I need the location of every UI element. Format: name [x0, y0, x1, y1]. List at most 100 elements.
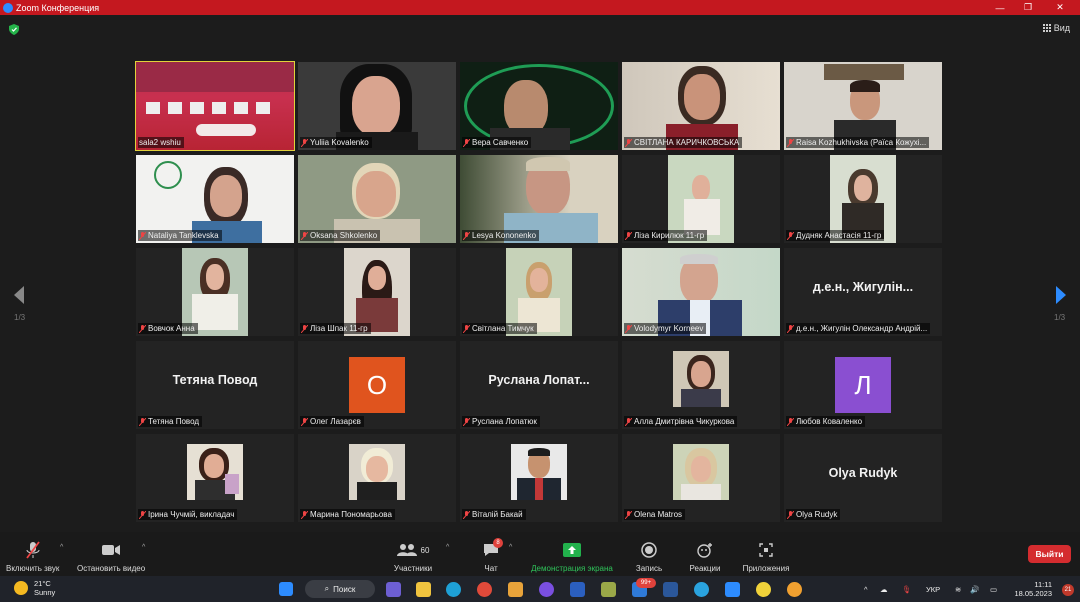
wifi-icon[interactable]: ≋: [955, 576, 961, 602]
participant-name: Lesya Kononenko: [462, 230, 540, 241]
file-explorer-icon[interactable]: [416, 582, 431, 597]
apps-button[interactable]: Приложения: [738, 532, 794, 573]
photo-tile[interactable]: Віталій Бакай: [460, 434, 618, 522]
participant-name: СВІТЛАНА КАРИЧКОВСЬКА: [624, 137, 743, 148]
show-hidden-icons[interactable]: ^: [864, 576, 868, 602]
video-tile[interactable]: СВІТЛАНА КАРИЧКОВСЬКА: [622, 62, 780, 150]
participants-options-caret[interactable]: ^: [446, 544, 449, 551]
next-page-arrow[interactable]: [1054, 285, 1068, 305]
muted-mic-icon: [139, 510, 146, 519]
view-button[interactable]: Вид: [1042, 23, 1070, 33]
microphone-icon[interactable]: 🎙: [902, 576, 912, 602]
profile-photo: [511, 444, 567, 500]
close-button[interactable]: ✕: [1046, 0, 1074, 15]
name-tile[interactable]: Тетяна Повод Тетяна Повод: [136, 341, 294, 429]
video-camera-icon: [101, 540, 121, 560]
reactions-icon: [697, 540, 713, 560]
participant-display-name: Руслана Лопат...: [488, 373, 590, 387]
photo-tile[interactable]: Olena Matros: [622, 434, 780, 522]
video-tile[interactable]: sala2 wshiu: [135, 61, 295, 151]
chat-options-caret[interactable]: ^: [509, 544, 512, 551]
participant-display-name: д.е.н., Жигулін...: [812, 280, 914, 294]
battery-icon[interactable]: ▭: [990, 576, 997, 602]
teams-icon[interactable]: [386, 582, 401, 597]
notification-badge[interactable]: 21: [1062, 584, 1074, 596]
gallery-view: sala2 wshiu Yuliia Kovalenko Вера Савчен…: [135, 61, 944, 528]
security-shield-icon[interactable]: [9, 24, 19, 35]
video-tile[interactable]: Дудняк Анастасія 11-гр: [784, 155, 942, 243]
app-icon[interactable]: [570, 582, 585, 597]
temperature: 21°C: [34, 579, 51, 588]
start-menu-icon[interactable]: [279, 582, 293, 596]
video-tile[interactable]: Lesya Kononenko: [460, 155, 618, 243]
video-tile[interactable]: Ліза Шпак 11-гр: [298, 248, 456, 336]
viber-icon[interactable]: [539, 582, 554, 597]
record-button[interactable]: Запись: [632, 532, 666, 573]
store-icon[interactable]: [508, 582, 523, 597]
audio-options-caret[interactable]: ^: [60, 544, 63, 551]
weather-widget[interactable]: 21°C Sunny: [14, 579, 55, 597]
calculator-icon[interactable]: [601, 582, 616, 597]
browser-icon[interactable]: [787, 582, 802, 597]
chat-unread-badge: 8: [493, 538, 503, 548]
name-tile[interactable]: д.е.н., Жигулін... д.е.н., Жигулін Олекс…: [784, 248, 942, 336]
participant-name: Руслана Лопатюк: [462, 416, 540, 427]
leave-meeting-button[interactable]: Выйти: [1028, 545, 1071, 563]
meeting-toolbar: Включить звук ^ Остановить видео ^ 60 Уч…: [0, 532, 1080, 576]
avatar-tile[interactable]: Л Любов Коваленко: [784, 341, 942, 429]
taskbar-search[interactable]: ⌕ Поиск: [305, 580, 375, 598]
sun-icon: [14, 581, 28, 595]
video-tile[interactable]: Вовчок Анна: [136, 248, 294, 336]
previous-page-arrow[interactable]: [12, 285, 26, 305]
participant-name: Світлана Тимчук: [462, 323, 537, 334]
video-tile[interactable]: Світлана Тимчук: [460, 248, 618, 336]
profile-photo: [673, 444, 729, 500]
participant-name: Любов Коваленко: [786, 416, 866, 427]
name-tile[interactable]: Olya Rudyk Olya Rudyk: [784, 434, 942, 522]
photo-tile[interactable]: Алла Дмитрівна Чикуркова: [622, 341, 780, 429]
weather-app-icon[interactable]: [756, 582, 771, 597]
photo-tile[interactable]: Марина Пономарьова: [298, 434, 456, 522]
chrome-icon[interactable]: [477, 582, 492, 597]
muted-mic-icon: [139, 417, 146, 426]
volume-icon[interactable]: 🔊: [970, 576, 979, 602]
video-tile[interactable]: Ліза Кирилюк 11-гр: [622, 155, 780, 243]
restore-button[interactable]: ❐: [1014, 0, 1042, 15]
video-tile[interactable]: Nataliya Tanklevska: [136, 155, 294, 243]
windows-taskbar: 21°C Sunny ⌕ Поиск 99+ ^ ☁ 🎙 УКР ≋ 🔊 ▭ 11…: [0, 576, 1080, 602]
muted-mic-icon: [301, 324, 308, 333]
stop-video-button[interactable]: Остановить видео: [77, 532, 145, 573]
participant-name: Вовчок Анна: [138, 323, 198, 334]
telegram-icon[interactable]: [694, 582, 709, 597]
video-tile[interactable]: Oksana Shkolenko: [298, 155, 456, 243]
video-tile[interactable]: Volodymyr Korneev: [622, 248, 780, 336]
muted-mic-icon: [463, 231, 470, 240]
name-tile[interactable]: Руслана Лопат... Руслана Лопатюк: [460, 341, 618, 429]
unmute-button[interactable]: Включить звук: [6, 532, 59, 573]
photo-tile[interactable]: Ірина Чучмій, викладач: [136, 434, 294, 522]
muted-mic-icon: [463, 138, 470, 147]
onedrive-icon[interactable]: ☁: [880, 576, 888, 602]
weather-status: Sunny: [34, 588, 56, 597]
minimize-button[interactable]: —: [986, 0, 1014, 15]
zoom-taskbar-icon[interactable]: [725, 582, 740, 597]
reactions-button[interactable]: Реакции: [686, 532, 724, 573]
mail-badge: 99+: [636, 578, 656, 588]
system-clock[interactable]: 11:11 18.05.2023: [1014, 580, 1052, 598]
video-options-caret[interactable]: ^: [142, 544, 145, 551]
edge-icon[interactable]: [446, 582, 461, 597]
muted-mic-icon: [463, 324, 470, 333]
language-indicator[interactable]: УКР: [926, 576, 940, 602]
word-icon[interactable]: [663, 582, 678, 597]
muted-mic-icon: [787, 510, 794, 519]
muted-mic-icon: [625, 417, 632, 426]
muted-mic-icon: [25, 540, 41, 560]
video-tile[interactable]: Вера Савченко: [460, 62, 618, 150]
participant-name: Вера Савченко: [462, 137, 532, 148]
participant-name: Raisa Kozhukhivska (Раїса Кожухі...: [786, 137, 930, 148]
share-screen-button[interactable]: Демонстрация экрана: [526, 532, 618, 573]
avatar-tile[interactable]: О Олег Лазарєв: [298, 341, 456, 429]
video-tile[interactable]: Raisa Kozhukhivska (Раїса Кожухі...: [784, 62, 942, 150]
video-tile[interactable]: Yuliia Kovalenko: [298, 62, 456, 150]
participants-button[interactable]: 60 Участники: [390, 532, 436, 573]
